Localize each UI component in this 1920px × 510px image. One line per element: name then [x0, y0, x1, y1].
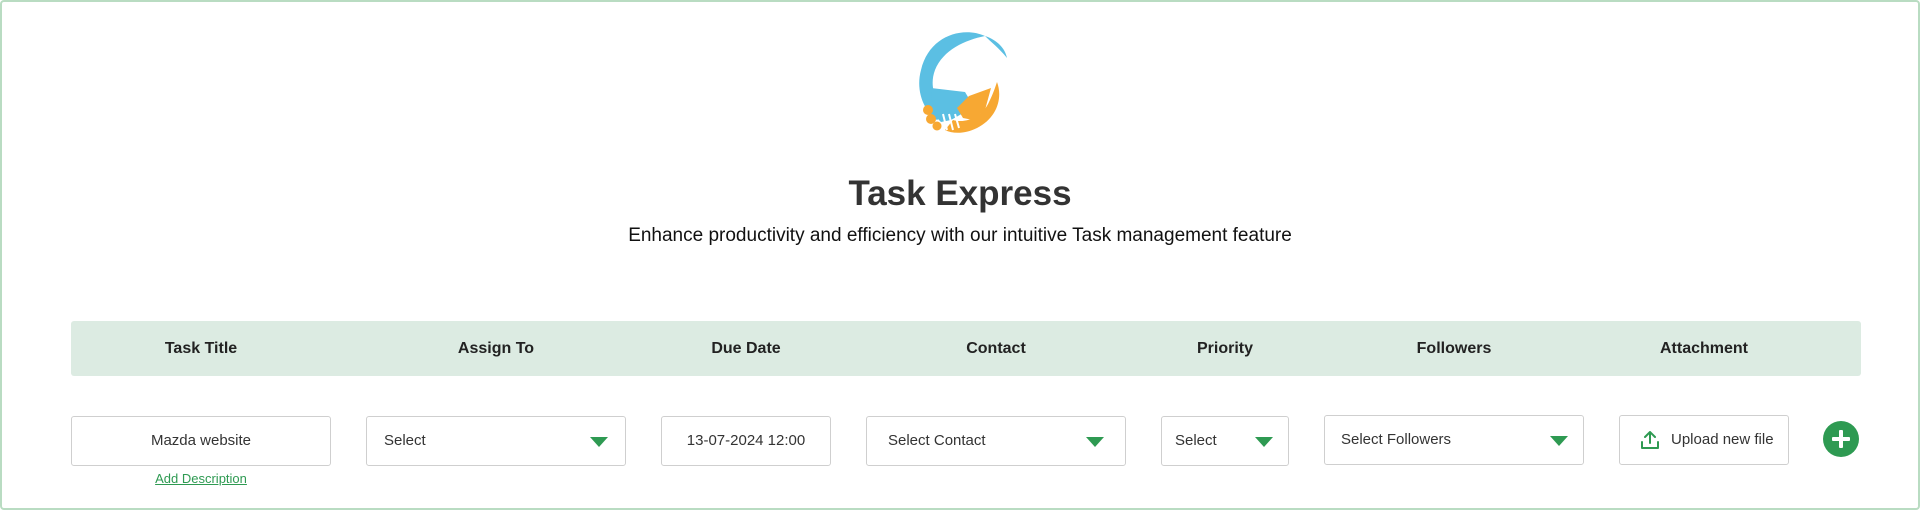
chevron-down-icon [590, 437, 608, 447]
upload-file-button[interactable]: Upload new file [1619, 415, 1789, 465]
header-due-date: Due Date [711, 340, 781, 357]
task-express-logo [919, 32, 1007, 133]
header-priority: Priority [1196, 340, 1254, 357]
assign-to-value: Select [384, 432, 426, 449]
header-attachment: Attachment [1659, 340, 1749, 357]
contact-value: Select Contact [888, 432, 986, 449]
chevron-down-icon [1255, 437, 1273, 447]
priority-value: Select [1175, 432, 1217, 449]
add-task-button[interactable] [1823, 421, 1859, 457]
page-subtitle: Enhance productivity and efficiency with… [628, 225, 1292, 246]
chevron-down-icon [1086, 437, 1104, 447]
followers-value: Select Followers [1341, 431, 1452, 448]
priority-select[interactable]: Select [1161, 416, 1289, 466]
header-followers: Followers [1416, 340, 1492, 357]
due-date-value: 13-07-2024 12:00 [686, 432, 806, 449]
contact-select[interactable]: Select Contact [866, 416, 1126, 466]
due-date-input[interactable]: 13-07-2024 12:00 [661, 416, 831, 466]
page-title: Task Express [848, 174, 1072, 213]
upload-label: Upload new file [1671, 431, 1774, 448]
task-title-value: Mazda website [150, 432, 252, 449]
header-assign-to: Assign To [457, 340, 535, 357]
header-contact: Contact [966, 340, 1026, 357]
header-task-title: Task Title [164, 340, 238, 357]
upload-icon [1641, 431, 1659, 449]
chevron-down-icon [1550, 436, 1568, 446]
followers-select[interactable]: Select Followers [1324, 415, 1584, 465]
assign-to-select[interactable]: Select [366, 416, 626, 466]
table-header: Task Title Assign To Due Date Contact Pr… [71, 321, 1861, 376]
task-title-input[interactable]: Mazda website [71, 416, 331, 466]
add-description-link[interactable]: Add Description [71, 471, 331, 486]
